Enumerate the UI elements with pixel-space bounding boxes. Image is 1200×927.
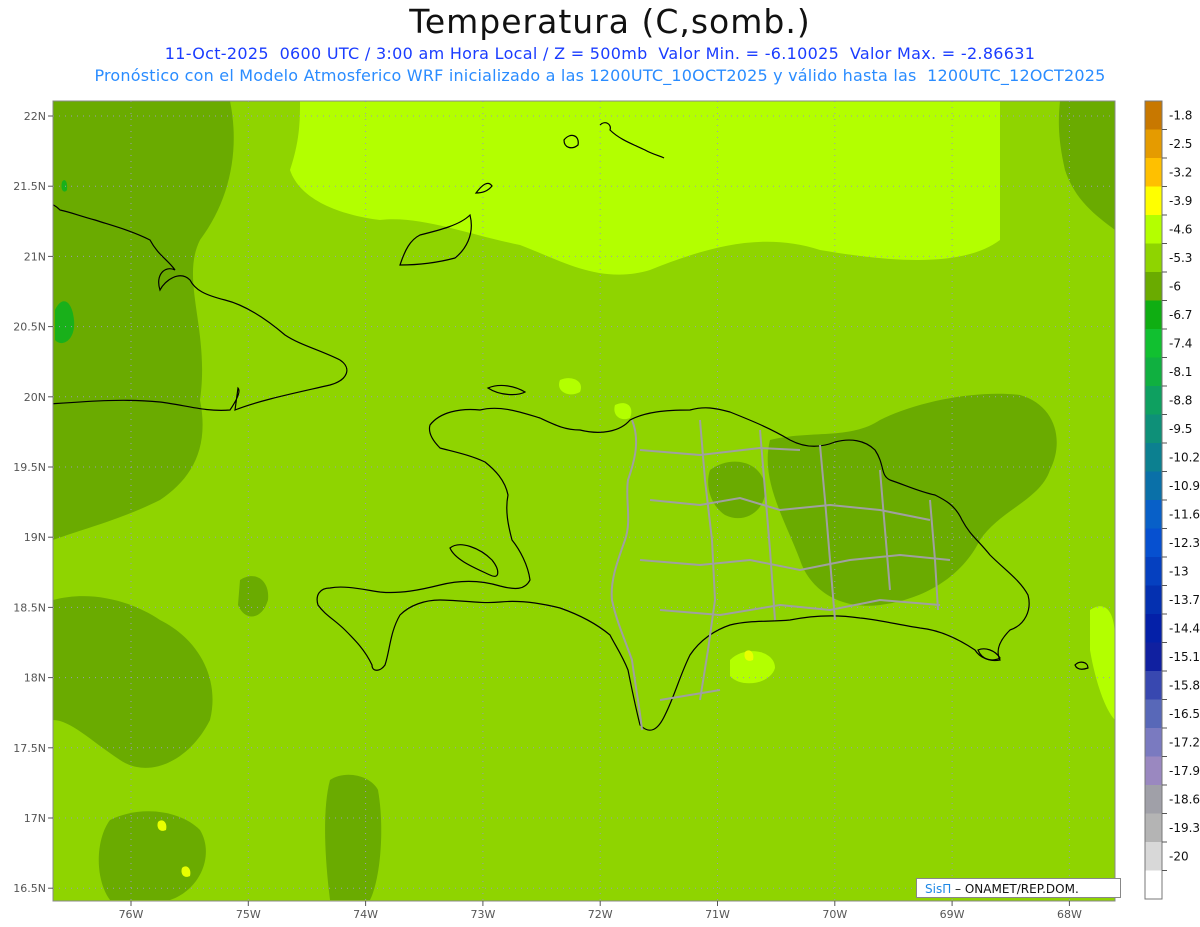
- colorbar-swatch: [1145, 243, 1162, 272]
- credit-box: SisΠ – ONAMET/REP.DOM.: [916, 878, 1121, 898]
- colorbar-label: -8.8: [1169, 394, 1192, 408]
- lon-label: 74W: [353, 908, 378, 921]
- colorbar-label: -13: [1169, 565, 1189, 579]
- colorbar-label: -6: [1169, 280, 1181, 294]
- colorbar-label: -5.3: [1169, 251, 1192, 265]
- colorbar-swatch: [1145, 186, 1162, 215]
- lat-label: 19N: [24, 531, 46, 544]
- lat-label: 22N: [24, 110, 46, 123]
- lat-label: 21.5N: [13, 180, 46, 193]
- colorbar-label: -12.3: [1169, 536, 1200, 550]
- lat-label: 17.5N: [13, 742, 46, 755]
- colorbar-label: -20: [1169, 850, 1189, 864]
- colorbar-swatch: [1145, 642, 1162, 671]
- colorbar-swatch: [1145, 357, 1162, 386]
- lat-label: 17N: [24, 812, 46, 825]
- colorbar-label: -13.7: [1169, 593, 1200, 607]
- colorbar-swatch: [1145, 329, 1162, 358]
- colorbar-label: -7.4: [1169, 337, 1192, 351]
- lon-label: 68W: [1057, 908, 1082, 921]
- colorbar-swatch: [1145, 557, 1162, 586]
- lon-label: 73W: [470, 908, 495, 921]
- colorbar-swatch: [1145, 101, 1162, 130]
- colorbar-swatch: [1145, 129, 1162, 158]
- lon-label: 72W: [588, 908, 613, 921]
- lat-label: 21N: [24, 250, 46, 263]
- field-cool-band-south: [325, 774, 382, 900]
- field-cool-region-south: [98, 811, 206, 900]
- colorbar-swatch: [1145, 699, 1162, 728]
- lon-label: 70W: [822, 908, 847, 921]
- colorbar-label: -1.8: [1169, 109, 1192, 123]
- temperature-field: [53, 101, 1115, 901]
- colorbar-label: -3.9: [1169, 194, 1192, 208]
- lat-label: 18N: [24, 672, 46, 685]
- colorbar-label: -6.7: [1169, 308, 1192, 322]
- colorbar-swatch: [1145, 813, 1162, 842]
- colorbar-swatch: [1145, 272, 1162, 301]
- colorbar-swatch: [1145, 528, 1162, 557]
- colorbar-swatch: [1145, 386, 1162, 415]
- lat-label: 19.5N: [13, 461, 46, 474]
- colorbar-label: -8.1: [1169, 365, 1192, 379]
- colorbar-swatch: [1145, 158, 1162, 187]
- colorbar-swatch: [1145, 671, 1162, 700]
- colorbar-label: -16.5: [1169, 707, 1200, 721]
- colorbar-label: -11.6: [1169, 508, 1200, 522]
- colorbar-label: -19.3: [1169, 821, 1200, 835]
- credit-text: – ONAMET/REP.DOM.: [951, 882, 1079, 896]
- forecast-map[interactable]: 22N 21.5N 21N 20.5N 20N 19.5N 19N 18.5N 18N 17.5N…: [0, 0, 1200, 927]
- lat-label: 16.5N: [13, 882, 46, 895]
- colorbar-label: -17.2: [1169, 736, 1200, 750]
- colorbar-label: -14.4: [1169, 622, 1200, 636]
- colorbar-swatch: [1145, 414, 1162, 443]
- colorbar-label: -10.9: [1169, 479, 1200, 493]
- colorbar-swatch: [1145, 443, 1162, 472]
- colorbar-label: -9.5: [1169, 422, 1192, 436]
- latitude-axis: 22N 21.5N 21N 20.5N 20N 19.5N 19N 18.5N 18N 17.5N…: [13, 110, 53, 895]
- lat-label: 18.5N: [13, 601, 46, 614]
- lon-label: 76W: [119, 908, 144, 921]
- colorbar-label: -15.8: [1169, 679, 1200, 693]
- colorbar-label: -4.6: [1169, 223, 1192, 237]
- colorbar-label: -18.6: [1169, 793, 1200, 807]
- lon-label: 69W: [940, 908, 965, 921]
- colorbar-swatch: [1145, 500, 1162, 529]
- colorbar-swatch: [1145, 585, 1162, 614]
- colorbar-label: -2.5: [1169, 137, 1192, 151]
- lon-label: 75W: [236, 908, 261, 921]
- colorbar-swatch: [1145, 300, 1162, 329]
- lat-label: 20.5N: [13, 321, 46, 334]
- colorbar-swatch: [1145, 756, 1162, 785]
- longitude-axis: 76W 75W 74W 73W 72W 71W 70W 69W 68W: [119, 901, 1082, 921]
- colorbar-swatch: [1145, 842, 1162, 871]
- colorbar-label: -15.1: [1169, 650, 1200, 664]
- colorbar-swatch: [1145, 785, 1162, 814]
- colorbar-swatch: [1145, 471, 1162, 500]
- colorbar-swatch: [1145, 215, 1162, 244]
- colorbar-label: -17.9: [1169, 764, 1200, 778]
- lat-label: 20N: [24, 391, 46, 404]
- colorbar-swatch: [1145, 870, 1162, 899]
- colorbar-label: -10.2: [1169, 451, 1200, 465]
- credit-brand: SisΠ: [925, 882, 952, 896]
- colorbar-label: -3.2: [1169, 166, 1192, 180]
- colorbar-swatch: [1145, 614, 1162, 643]
- lon-label: 71W: [705, 908, 730, 921]
- colorbar: -1.8 -2.5 -3.2 -3.9 -4.6 -5.3 -6 -6.7 -7.4 -8.1 -8…: [1144, 100, 1200, 900]
- colorbar-swatch: [1145, 728, 1162, 757]
